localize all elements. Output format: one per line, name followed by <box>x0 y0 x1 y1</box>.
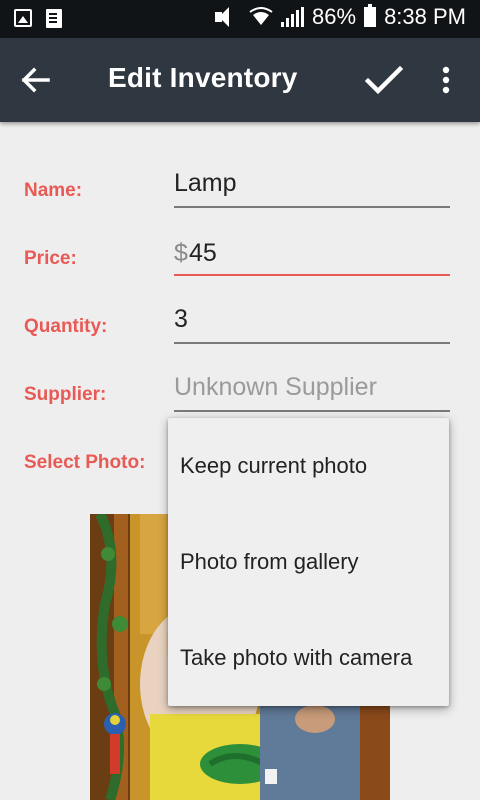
supplier-row: Supplier: <box>0 362 480 422</box>
supplier-field[interactable] <box>174 368 450 412</box>
quantity-label: Quantity: <box>24 316 108 337</box>
name-row: Name: <box>0 158 480 218</box>
menu-item-take-photo-with-camera[interactable]: Take photo with camera <box>168 610 449 706</box>
quantity-row: Quantity: <box>0 294 480 354</box>
signal-icon <box>281 7 305 27</box>
select-photo-label: Select Photo: <box>24 452 146 473</box>
photo-source-menu: Keep current photo Photo from gallery Ta… <box>168 418 449 706</box>
checkmark-icon <box>364 65 404 95</box>
supplier-label: Supplier: <box>24 384 107 405</box>
status-bar: 86% 8:38 PM <box>0 0 480 38</box>
status-time: 8:38 PM <box>384 4 466 29</box>
app-bar: Edit Inventory <box>0 38 480 122</box>
vibrate-mute-icon <box>211 6 241 28</box>
battery-percent: 86% <box>312 4 357 29</box>
name-field[interactable] <box>174 164 450 208</box>
save-button[interactable] <box>362 60 406 100</box>
wifi-icon <box>249 7 273 27</box>
back-button[interactable] <box>16 60 56 100</box>
quantity-field[interactable] <box>174 300 450 344</box>
document-notification-icon <box>46 9 62 28</box>
price-field-container: $ <box>174 232 450 276</box>
menu-item-photo-from-gallery[interactable]: Photo from gallery <box>168 514 449 610</box>
price-row: Price: $ <box>0 226 480 286</box>
image-notification-icon <box>14 9 32 27</box>
more-vert-icon <box>442 66 450 94</box>
name-label: Name: <box>24 180 83 201</box>
battery-icon <box>364 4 377 27</box>
currency-symbol: $ <box>174 239 188 267</box>
page-title: Edit Inventory <box>108 62 298 93</box>
menu-item-keep-current-photo[interactable]: Keep current photo <box>168 418 449 514</box>
back-arrow-icon <box>21 67 50 93</box>
price-label: Price: <box>24 248 77 269</box>
overflow-menu-button[interactable] <box>430 60 460 100</box>
price-field[interactable] <box>189 232 444 274</box>
